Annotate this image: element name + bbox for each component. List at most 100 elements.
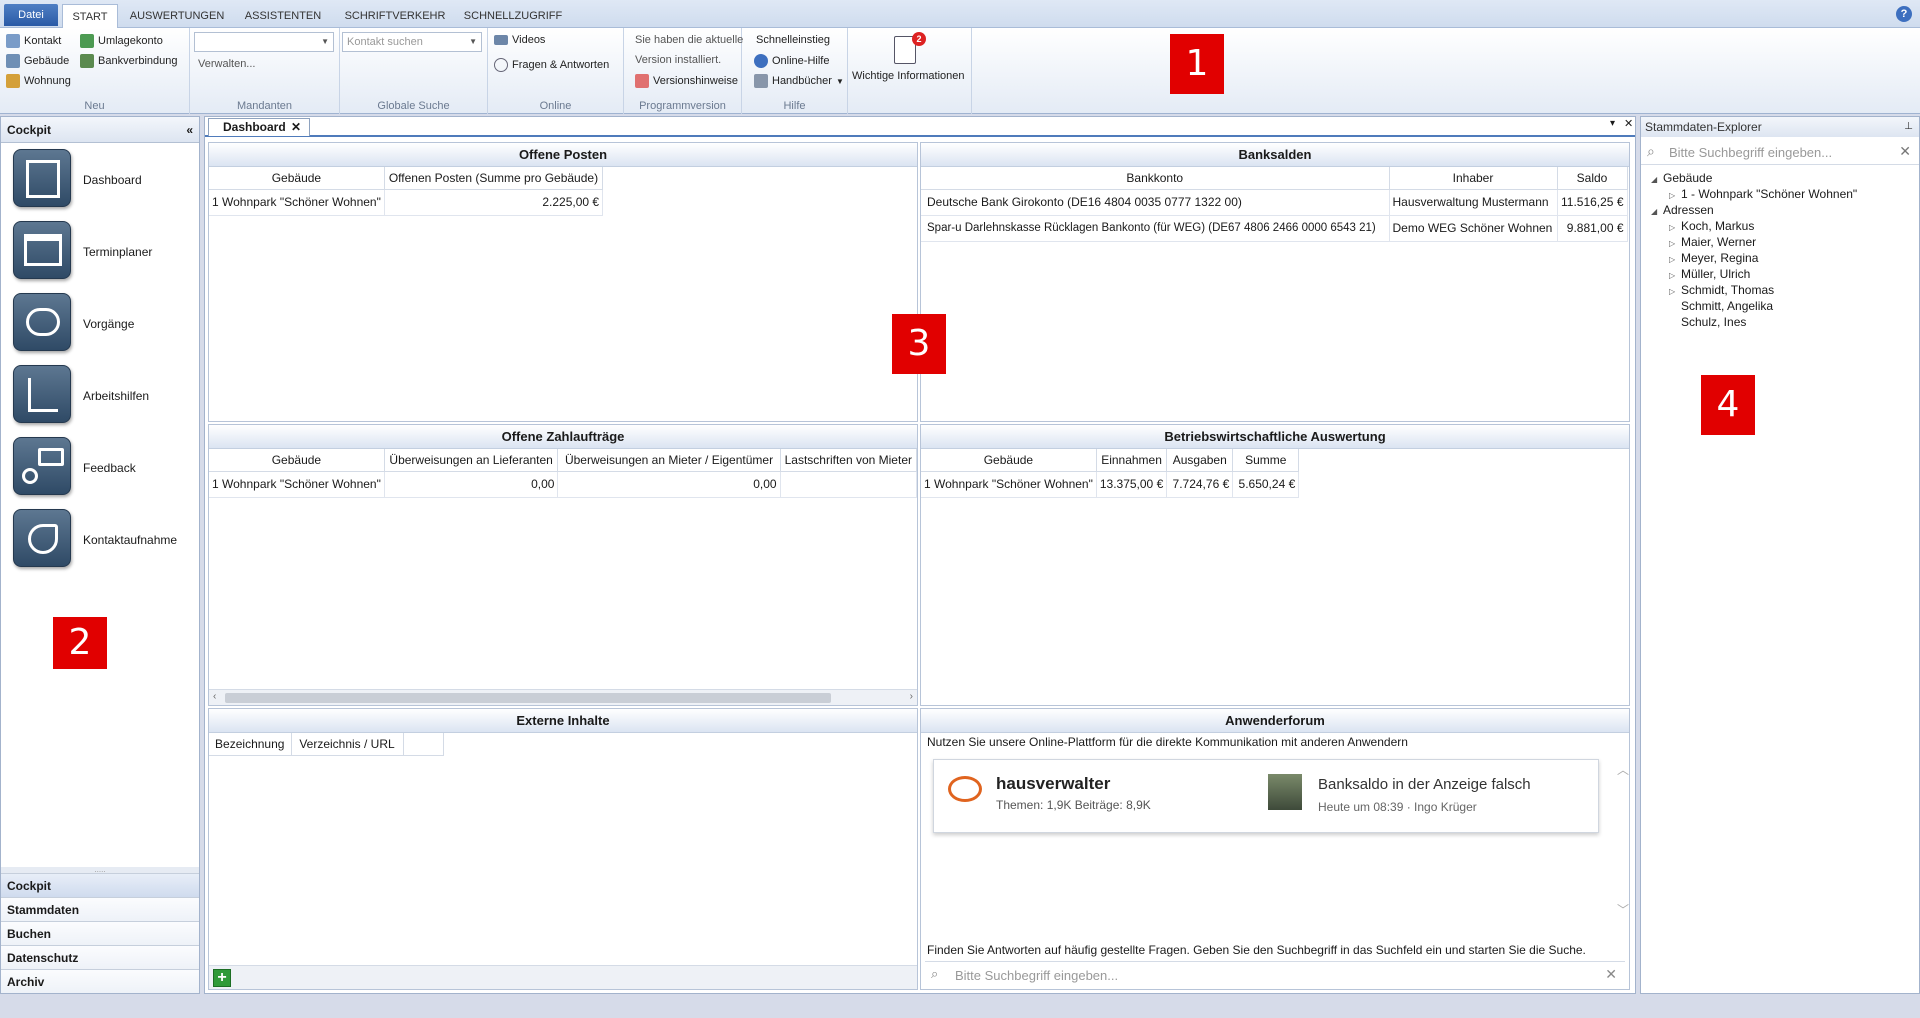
dropdown-icon[interactable]: ▾ — [1610, 118, 1615, 129]
new-gebaeude-button[interactable]: Gebäude — [6, 54, 69, 68]
nav-archiv[interactable]: Archiv — [1, 969, 199, 993]
video-icon — [494, 35, 508, 45]
table-row[interactable]: 1 Wohnpark "Schöner Wohnen" 13.375,00 € … — [921, 471, 1300, 498]
handbuecher-button[interactable]: Handbücher ▼ — [754, 74, 844, 88]
online-hilfe-button[interactable]: Online-Hilfe — [754, 54, 829, 68]
column-header[interactable]: Überweisungen an Lieferanten — [384, 449, 559, 472]
tab-auswertungen[interactable]: AUSWERTUNGEN — [126, 4, 228, 28]
column-header[interactable]: Ausgaben — [1166, 449, 1234, 472]
faq-button[interactable]: Fragen & Antworten — [494, 58, 609, 72]
collapsed-icon[interactable]: ▷ — [1669, 223, 1681, 232]
tree-node-address[interactable]: ▷ Koch, Markus — [1669, 219, 1754, 233]
table-cell: Hausverwaltung Mustermann — [1389, 189, 1558, 216]
tree-node-address[interactable]: ▷ Maier, Werner — [1669, 235, 1756, 249]
collapsed-icon[interactable]: ▷ — [1669, 191, 1681, 200]
column-header[interactable]: Verzeichnis / URL — [291, 733, 404, 756]
collapsed-icon[interactable]: ▷ — [1669, 271, 1681, 280]
panel-externe-inhalte: Externe Inhalte Bezeichnung Verzeichnis … — [208, 708, 918, 990]
column-header[interactable]: Überweisungen an Mieter / Eigentümer — [557, 449, 781, 472]
cockpit-item-arbeitshilfen[interactable]: Arbeitshilfen — [11, 363, 196, 429]
tab-start[interactable]: START — [62, 4, 118, 29]
table-header: Bezeichnung Verzeichnis / URL — [209, 733, 444, 756]
forum-search-input[interactable]: ⌕ Bitte Suchbegriff eingeben... ✕ — [925, 961, 1625, 987]
forum-card[interactable]: hausverwalter Themen: 1,9K Beiträge: 8,9… — [933, 759, 1599, 833]
versionshinweise-button[interactable]: Versionshinweise — [635, 74, 738, 88]
cockpit-item-vorgaenge[interactable]: Vorgänge — [11, 291, 196, 357]
chevron-up-icon[interactable]: ︿ — [1617, 761, 1629, 778]
cockpit-item-terminplaner[interactable]: Terminplaner — [11, 219, 196, 285]
nav-datenschutz[interactable]: Datenschutz — [1, 945, 199, 969]
chevron-down-icon: ▼ — [321, 37, 329, 46]
horizontal-scrollbar[interactable]: ‹ › — [209, 689, 917, 705]
chevron-left-icon[interactable]: ‹ — [213, 691, 216, 702]
table-row[interactable]: 1 Wohnpark "Schöner Wohnen" 0,00 0,00 — [209, 471, 917, 498]
tree-node-address[interactable]: ▷ Meyer, Regina — [1669, 251, 1758, 265]
forum-post-title[interactable]: Banksaldo in der Anzeige falsch — [1318, 776, 1531, 793]
cockpit-item-dashboard[interactable]: Dashboard — [11, 147, 196, 213]
add-icon[interactable]: + — [213, 969, 231, 987]
collapsed-icon[interactable]: ▷ — [1669, 287, 1681, 296]
close-icon[interactable]: ✕ — [1624, 117, 1633, 130]
column-header[interactable]: Gebäude — [209, 449, 385, 472]
tab-assistenten[interactable]: ASSISTENTEN — [238, 4, 328, 28]
expanded-icon[interactable]: ◢ — [1651, 175, 1663, 184]
clear-icon[interactable]: ✕ — [1605, 966, 1617, 983]
column-header[interactable]: Summe — [1232, 449, 1300, 472]
tree-node-address[interactable]: ▷ Müller, Ulrich — [1669, 267, 1750, 281]
new-umlagekonto-button[interactable]: Umlagekonto — [80, 34, 163, 48]
tree-node-address[interactable]: ▷ Schmidt, Thomas — [1669, 283, 1774, 297]
tab-schnellzugriff[interactable]: SCHNELLZUGRIFF — [460, 4, 566, 28]
column-header[interactable]: Einnahmen — [1096, 449, 1168, 472]
schnelleinstieg-button[interactable]: Schnelleinstieg — [756, 34, 830, 46]
mandanten-verwalten-button[interactable]: Verwalten... — [198, 58, 255, 70]
book-icon — [754, 74, 768, 88]
column-header[interactable]: Inhaber — [1389, 167, 1558, 190]
table-row[interactable]: 1 Wohnpark "Schöner Wohnen" 2.225,00 € — [209, 189, 604, 216]
cockpit-item-kontaktaufnahme[interactable]: Kontaktaufnahme — [11, 507, 196, 573]
expanded-icon[interactable]: ◢ — [1651, 207, 1663, 216]
clear-icon[interactable]: ✕ — [1899, 143, 1911, 160]
column-header[interactable]: Lastschriften von Mieter — [780, 449, 917, 472]
scrollbar-thumb[interactable] — [225, 693, 831, 703]
close-icon[interactable]: ✕ — [291, 119, 301, 136]
calendar-icon — [13, 221, 71, 279]
table-header: Gebäude Einnahmen Ausgaben Summe — [921, 449, 1300, 472]
nav-cockpit[interactable]: Cockpit — [1, 873, 199, 897]
tree-node-gebaeude[interactable]: ◢ Gebäude — [1651, 171, 1712, 185]
tree-node-adressen[interactable]: ◢ Adressen — [1651, 203, 1714, 217]
pin-icon[interactable]: ⊥ — [1904, 117, 1913, 137]
tab-dashboard[interactable]: Dashboard ✕ — [208, 118, 310, 136]
tree-node-address[interactable]: Schulz, Ines — [1681, 315, 1746, 329]
tree-node-building[interactable]: ▷ 1 - Wohnpark "Schöner Wohnen" — [1669, 187, 1857, 201]
collapsed-icon[interactable]: ▷ — [1669, 239, 1681, 248]
column-header[interactable] — [403, 733, 444, 756]
table-row[interactable]: Deutsche Bank Girokonto (DE16 4804 0035 … — [921, 189, 1628, 216]
new-bankverbindung-button[interactable]: Bankverbindung — [80, 54, 178, 68]
new-kontakt-button[interactable]: Kontakt — [6, 34, 61, 48]
collapse-icon[interactable]: « — [186, 117, 193, 143]
global-search-input[interactable]: Kontakt suchen ▼ — [342, 32, 482, 52]
column-header[interactable]: Bankkonto — [921, 167, 1390, 190]
column-header[interactable]: Gebäude — [209, 167, 385, 190]
column-header[interactable]: Offenen Posten (Summe pro Gebäude) — [384, 167, 604, 190]
help-icon[interactable]: ? — [1896, 6, 1912, 22]
column-header[interactable]: Saldo — [1557, 167, 1628, 190]
collapsed-icon[interactable]: ▷ — [1669, 255, 1681, 264]
column-header[interactable]: Bezeichnung — [209, 733, 292, 756]
mandant-select[interactable]: ▼ — [194, 32, 334, 52]
explorer-search-input[interactable]: ⌕ Bitte Suchbegriff eingeben... ✕ — [1641, 139, 1919, 165]
nav-stammdaten[interactable]: Stammdaten — [1, 897, 199, 921]
tree-node-address[interactable]: Schmitt, Angelika — [1681, 299, 1773, 313]
nav-buchen[interactable]: Buchen — [1, 921, 199, 945]
forum-brand: hausverwalter — [996, 774, 1111, 793]
chevron-down-icon[interactable]: ﹀ — [1617, 901, 1629, 918]
videos-button[interactable]: Videos — [494, 34, 545, 46]
chevron-right-icon[interactable]: › — [910, 691, 913, 702]
tab-schriftverkehr[interactable]: SCHRIFTVERKEHR — [338, 4, 452, 28]
cockpit-item-feedback[interactable]: Feedback — [11, 435, 196, 501]
table-row[interactable]: Spar-u Darlehnskasse Rücklagen Bankonto … — [921, 215, 1628, 242]
wichtige-informationen-button[interactable]: 2 Wichtige Informationen — [848, 28, 972, 114]
column-header[interactable]: Gebäude — [921, 449, 1097, 472]
new-wohnung-button[interactable]: Wohnung — [6, 74, 71, 88]
tab-datei[interactable]: Datei — [4, 4, 58, 26]
